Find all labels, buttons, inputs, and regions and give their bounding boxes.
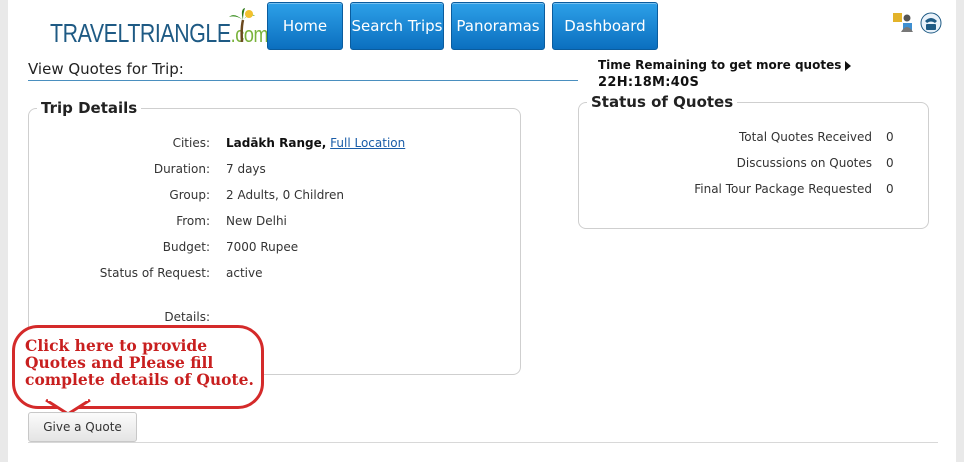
users-icon[interactable] xyxy=(892,12,914,34)
phone-icon[interactable] xyxy=(920,12,942,34)
quote-status-legend: Status of Quotes xyxy=(587,93,738,111)
site-logo[interactable]: TRAVELTRIANGLE.com xyxy=(50,8,269,52)
detail-row-status: Status of Request: active xyxy=(29,266,520,282)
header-icons xyxy=(892,12,942,34)
detail-label: Status of Request: xyxy=(99,266,210,280)
detail-label: Details: xyxy=(164,310,210,324)
give-quote-button[interactable]: Give a Quote xyxy=(28,412,137,442)
detail-row-budget: Budget: 7000 Rupee xyxy=(29,240,520,256)
logo-main-text: TRAVELTRIANGLE xyxy=(50,18,231,48)
detail-value: 7000 Rupee xyxy=(226,240,299,254)
quote-timer: Time Remaining to get more quotes 22H:18… xyxy=(598,58,852,90)
title-divider xyxy=(28,80,578,81)
detail-label: Duration: xyxy=(153,162,210,176)
detail-value: New Delhi xyxy=(226,214,287,228)
detail-row-duration: Duration: 7 days xyxy=(29,162,520,178)
detail-value: 7 days xyxy=(226,162,266,176)
nav-search-trips-button[interactable]: Search Trips xyxy=(350,2,444,50)
status-value: 0 xyxy=(886,130,894,144)
detail-value: active xyxy=(226,266,263,280)
status-label: Discussions on Quotes xyxy=(736,156,872,170)
detail-label: Budget: xyxy=(162,240,210,254)
bottom-divider xyxy=(28,442,938,443)
full-location-link[interactable]: Full Location xyxy=(330,136,405,150)
detail-label: From: xyxy=(176,214,210,228)
play-arrow-icon xyxy=(845,60,852,71)
detail-row-group: Group: 2 Adults, 0 Children xyxy=(29,188,520,204)
callout-text: Click here to provide Quotes and Please … xyxy=(25,336,254,389)
detail-label: Group: xyxy=(169,188,210,202)
status-value: 0 xyxy=(886,182,894,196)
detail-value: 2 Adults, 0 Children xyxy=(226,188,344,202)
status-label: Total Quotes Received xyxy=(739,130,872,144)
page: TRAVELTRIANGLE.com Home Search Trips Pan… xyxy=(8,0,956,462)
quote-status-panel: Status of Quotes Total Quotes Received 0… xyxy=(578,93,929,229)
trip-details-legend: Trip Details xyxy=(37,99,142,117)
nav-dashboard-button[interactable]: Dashboard xyxy=(552,2,658,50)
status-label: Final Tour Package Requested xyxy=(694,182,872,196)
detail-row-details: Details: xyxy=(29,310,520,326)
detail-label: Cities: xyxy=(172,136,210,150)
detail-value: Ladākh Range, xyxy=(226,136,327,150)
nav-home-button[interactable]: Home xyxy=(267,2,343,50)
status-value: 0 xyxy=(886,156,894,170)
palm-tree-icon xyxy=(229,8,255,42)
nav-panoramas-button[interactable]: Panoramas xyxy=(451,2,545,50)
detail-row-cities: Cities: Ladākh Range, Full Location xyxy=(29,136,520,152)
timer-label: Time Remaining to get more quotes xyxy=(598,58,842,72)
timer-countdown: 22H:18M:40S xyxy=(598,75,700,90)
main-nav: Home Search Trips Panoramas Dashboard xyxy=(267,2,658,50)
page-title: View Quotes for Trip: xyxy=(28,60,184,78)
detail-row-from: From: New Delhi xyxy=(29,214,520,230)
instruction-callout: Click here to provide Quotes and Please … xyxy=(12,325,264,409)
